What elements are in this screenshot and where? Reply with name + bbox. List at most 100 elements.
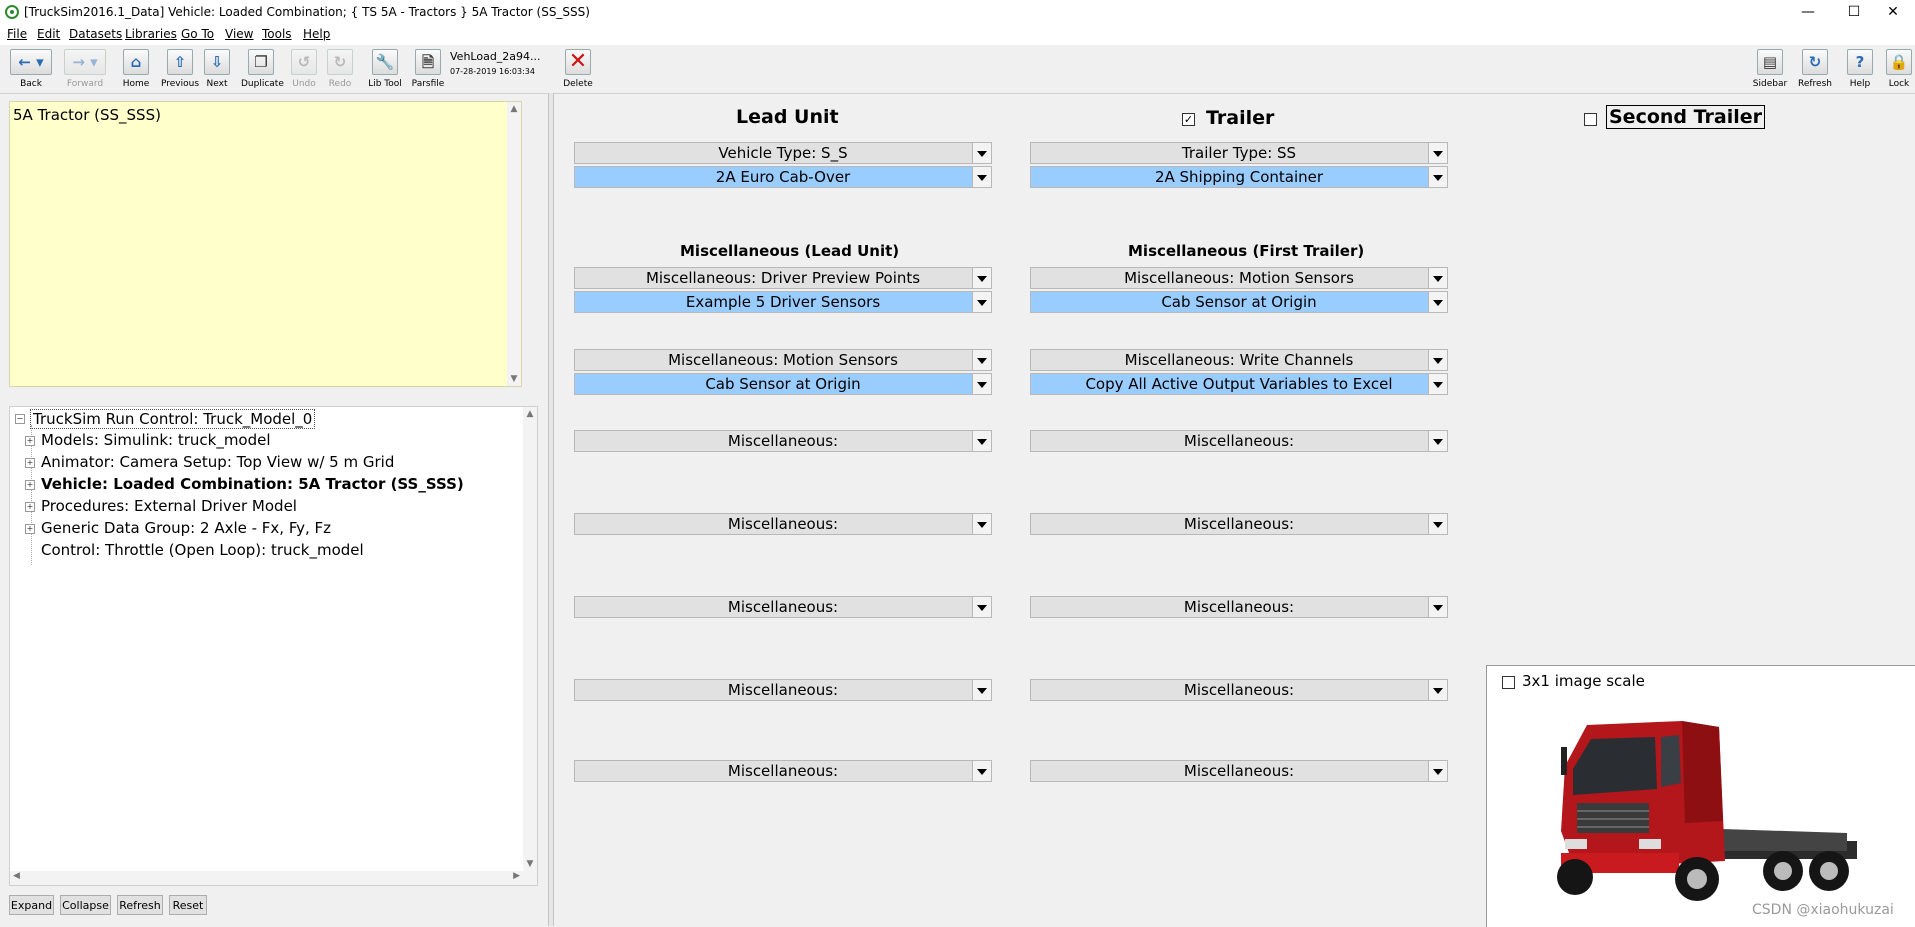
- tree-refresh-button[interactable]: Refresh: [117, 895, 163, 915]
- sidebar-icon: ▤: [1757, 49, 1783, 75]
- dropdown-arrow-icon[interactable]: [972, 761, 991, 781]
- trailer-checkbox[interactable]: ✓: [1182, 113, 1195, 126]
- notes-panel[interactable]: 5A Tractor (SS_SSS) ▲ ▼: [9, 101, 522, 387]
- lead-misc2-category-dropdown[interactable]: Miscellaneous: Motion Sensors: [574, 349, 992, 371]
- delete-button[interactable]: ✕ Delete: [558, 47, 598, 93]
- menu-help[interactable]: Help: [303, 27, 330, 41]
- menu-goto[interactable]: Go To: [181, 27, 214, 41]
- dropdown-arrow-icon[interactable]: [972, 431, 991, 451]
- reset-button[interactable]: Reset: [169, 895, 207, 915]
- trailer-misc6-dropdown[interactable]: Miscellaneous:: [1030, 679, 1448, 701]
- home-button[interactable]: ⌂ Home: [116, 47, 156, 93]
- trailer-dataset-dropdown[interactable]: 2A Shipping Container: [1030, 166, 1448, 188]
- notes-scrollbar[interactable]: ▲ ▼: [507, 102, 521, 386]
- next-button[interactable]: ⇩ Next: [197, 47, 237, 93]
- lead-misc7-dropdown[interactable]: Miscellaneous:: [574, 760, 992, 782]
- dropdown-arrow-icon[interactable]: [972, 167, 991, 187]
- trailer-misc7-dropdown[interactable]: Miscellaneous:: [1030, 760, 1448, 782]
- refresh-button[interactable]: ↻ Refresh: [1795, 47, 1835, 93]
- back-button[interactable]: ← ▾ Back: [8, 47, 54, 93]
- dropdown-arrow-icon[interactable]: [1428, 374, 1447, 394]
- scroll-up-icon[interactable]: ▲: [507, 104, 521, 114]
- expand-icon[interactable]: +: [25, 480, 35, 490]
- forward-button[interactable]: → ▾ Forward: [62, 47, 108, 93]
- lock-button[interactable]: 🔒 Lock: [1883, 47, 1915, 93]
- scroll-right-icon[interactable]: ▶: [513, 871, 520, 881]
- dropdown-arrow-icon[interactable]: [1428, 350, 1447, 370]
- dropdown-arrow-icon[interactable]: [1428, 167, 1447, 187]
- dropdown-arrow-icon[interactable]: [972, 597, 991, 617]
- help-button[interactable]: ? Help: [1840, 47, 1880, 93]
- parsfile-name: VehLoad_2a94...: [450, 50, 541, 63]
- misc-first-trailer-heading: Miscellaneous (First Trailer): [1128, 242, 1365, 260]
- dropdown-arrow-icon[interactable]: [1428, 597, 1447, 617]
- menu-file[interactable]: File: [7, 27, 27, 41]
- trailer-misc2-category-dropdown[interactable]: Miscellaneous: Write Channels: [1030, 349, 1448, 371]
- dropdown-arrow-icon[interactable]: [1428, 514, 1447, 534]
- second-trailer-heading[interactable]: Second Trailer: [1606, 105, 1765, 129]
- app-icon: [5, 5, 19, 19]
- dropdown-arrow-icon[interactable]: [1428, 143, 1447, 163]
- dropdown-arrow-icon[interactable]: [972, 680, 991, 700]
- expand-button[interactable]: Expand: [9, 895, 54, 915]
- dropdown-arrow-icon[interactable]: [972, 514, 991, 534]
- dropdown-arrow-icon[interactable]: [1428, 268, 1447, 288]
- lead-unit-dataset-dropdown[interactable]: 2A Euro Cab-Over: [574, 166, 992, 188]
- image-scale-checkbox[interactable]: [1502, 676, 1515, 689]
- redo-button[interactable]: ↻ Redo: [320, 47, 360, 93]
- trailer-misc3-dropdown[interactable]: Miscellaneous:: [1030, 430, 1448, 452]
- parsfile-button[interactable]: 🗎 Parsfile: [408, 47, 448, 93]
- dropdown-arrow-icon[interactable]: [1428, 292, 1447, 312]
- lib-tool-button[interactable]: 🔧 Lib Tool: [365, 47, 405, 93]
- menu-libraries[interactable]: Libraries: [125, 27, 177, 41]
- lead-misc5-dropdown[interactable]: Miscellaneous:: [574, 596, 992, 618]
- expand-icon[interactable]: +: [25, 502, 35, 512]
- tree-horizontal-scrollbar[interactable]: ◀ ▶: [10, 871, 523, 885]
- dropdown-arrow-icon[interactable]: [972, 292, 991, 312]
- lock-icon: 🔒: [1886, 49, 1912, 75]
- duplicate-button[interactable]: ❐ Duplicate: [241, 47, 284, 93]
- second-trailer-checkbox[interactable]: [1584, 113, 1597, 126]
- expand-icon[interactable]: +: [25, 436, 35, 446]
- scroll-up-icon[interactable]: ▲: [523, 409, 537, 419]
- dropdown-arrow-icon[interactable]: [972, 143, 991, 163]
- dropdown-arrow-icon[interactable]: [972, 374, 991, 394]
- dropdown-arrow-icon[interactable]: [1428, 431, 1447, 451]
- vehicle-type-dropdown[interactable]: Vehicle Type: S_S: [574, 142, 992, 164]
- collapse-icon[interactable]: −: [15, 414, 25, 424]
- trailer-misc1-dataset-dropdown[interactable]: Cab Sensor at Origin: [1030, 291, 1448, 313]
- dropdown-arrow-icon[interactable]: [1428, 680, 1447, 700]
- dropdown-arrow-icon[interactable]: [1428, 761, 1447, 781]
- trailer-type-dropdown[interactable]: Trailer Type: SS: [1030, 142, 1448, 164]
- close-button[interactable]: ✕: [1870, 0, 1915, 25]
- lead-misc6-dropdown[interactable]: Miscellaneous:: [574, 679, 992, 701]
- lead-misc1-dataset-dropdown[interactable]: Example 5 Driver Sensors: [574, 291, 992, 313]
- delete-x-icon: ✕: [565, 49, 591, 75]
- scroll-left-icon[interactable]: ◀: [13, 871, 20, 881]
- menu-datasets[interactable]: Datasets: [69, 27, 122, 41]
- menu-view[interactable]: View: [225, 27, 253, 41]
- panel-splitter[interactable]: [548, 93, 554, 926]
- scroll-down-icon[interactable]: ▼: [507, 374, 521, 384]
- tree-vertical-scrollbar[interactable]: ▲ ▼: [523, 407, 537, 885]
- sidebar-button[interactable]: ▤ Sidebar: [1750, 47, 1790, 93]
- menu-edit[interactable]: Edit: [37, 27, 60, 41]
- trailer-misc4-dropdown[interactable]: Miscellaneous:: [1030, 513, 1448, 535]
- lead-misc3-dropdown[interactable]: Miscellaneous:: [574, 430, 992, 452]
- trailer-misc2-dataset-dropdown[interactable]: Copy All Active Output Variables to Exce…: [1030, 373, 1448, 395]
- lead-misc1-category-dropdown[interactable]: Miscellaneous: Driver Preview Points: [574, 267, 992, 289]
- minimize-button[interactable]: —: [1785, 0, 1831, 25]
- previous-button[interactable]: ⇧ Previous: [160, 47, 200, 93]
- lead-misc2-dataset-dropdown[interactable]: Cab Sensor at Origin: [574, 373, 992, 395]
- expand-icon[interactable]: +: [25, 458, 35, 468]
- dropdown-arrow-icon[interactable]: [972, 350, 991, 370]
- expand-icon[interactable]: +: [25, 524, 35, 534]
- collapse-button[interactable]: Collapse: [60, 895, 111, 915]
- menu-tools[interactable]: Tools: [262, 27, 292, 41]
- scroll-down-icon[interactable]: ▼: [523, 859, 537, 869]
- undo-button[interactable]: ↺ Undo: [284, 47, 324, 93]
- lead-misc4-dropdown[interactable]: Miscellaneous:: [574, 513, 992, 535]
- dropdown-arrow-icon[interactable]: [972, 268, 991, 288]
- trailer-misc1-category-dropdown[interactable]: Miscellaneous: Motion Sensors: [1030, 267, 1448, 289]
- trailer-misc5-dropdown[interactable]: Miscellaneous:: [1030, 596, 1448, 618]
